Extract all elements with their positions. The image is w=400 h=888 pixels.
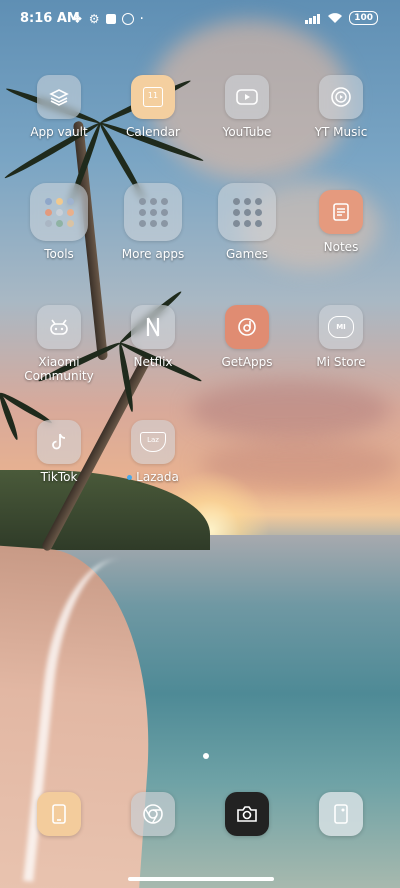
xiaomi-community-icon [37,305,81,349]
app-label: Games [226,247,268,261]
app-vault-icon [37,75,81,119]
app-xiaomi-community[interactable]: Xiaomi Community [11,305,107,383]
app-label: App vault [30,125,88,139]
app-calendar[interactable]: 11 Calendar [105,75,201,139]
app-label: Netflix [133,355,173,369]
folder-tools[interactable]: Tools [11,183,107,261]
app-label: Calendar [126,125,180,139]
status-bar: 8:16 AM ❖ ⚙ · 100 [0,0,400,38]
dock-file-manager[interactable] [319,792,363,836]
lazada-icon: Laz [131,420,175,464]
app-label: Mi Store [316,355,366,369]
app-label: GetApps [221,355,273,369]
new-badge [127,475,133,480]
app-label: Xiaomi Community [24,355,94,383]
tiktok-icon [37,420,81,464]
netflix-icon [131,305,175,349]
calendar-icon: 11 [131,75,175,119]
dock-phone[interactable] [37,792,81,836]
more-apps-folder-icon [124,183,182,241]
app-lazada[interactable]: Laz Lazada [105,420,201,484]
file-manager-icon [334,804,348,824]
dock-camera[interactable] [225,792,269,836]
app-notes[interactable]: Notes [293,190,389,254]
app-netflix[interactable]: Netflix [105,305,201,369]
app-label: TikTok [40,470,78,484]
camera-icon [237,806,257,822]
phone-icon [52,804,66,824]
mi-store-icon: MI [319,305,363,349]
app-mi-store[interactable]: MI Mi Store [293,305,389,369]
home-indicator[interactable] [128,877,274,881]
app-app-vault[interactable]: App vault [11,75,107,139]
youtube-icon [225,75,269,119]
battery-icon: 100 [349,11,378,25]
folder-games[interactable]: Games [199,183,295,261]
games-folder-icon [218,183,276,241]
badge-icon [121,13,134,25]
tools-folder-icon [30,183,88,241]
app-label: Notes [323,240,359,254]
more-dot-icon: · [139,11,144,27]
dock-chrome[interactable] [131,792,175,836]
bluetooth-like-icon: ❖ [72,12,83,26]
folder-more-apps[interactable]: More apps [105,183,201,261]
yt-music-icon [319,75,363,119]
status-time: 8:16 AM [20,11,80,26]
calendar-day: 11 [143,87,163,107]
app-label: Tools [44,247,74,261]
app-getapps[interactable]: GetApps [199,305,295,369]
signal-icon [305,13,321,24]
chrome-icon [143,804,163,824]
app-label: YT Music [314,125,368,139]
app-youtube[interactable]: YouTube [199,75,295,139]
settings-icon: ⚙ [88,12,100,26]
wifi-icon [328,13,343,23]
app-tiktok[interactable]: TikTok [11,420,107,484]
app-label: More apps [121,247,185,261]
getapps-icon [225,305,269,349]
page-indicator[interactable] [203,753,209,759]
app-label: Lazada [105,470,201,484]
app-label: YouTube [222,125,272,139]
app-yt-music[interactable]: YT Music [293,75,389,139]
notes-icon [319,190,363,234]
status-notification-icons: ❖ ⚙ · [72,11,144,27]
square-icon [105,14,116,24]
